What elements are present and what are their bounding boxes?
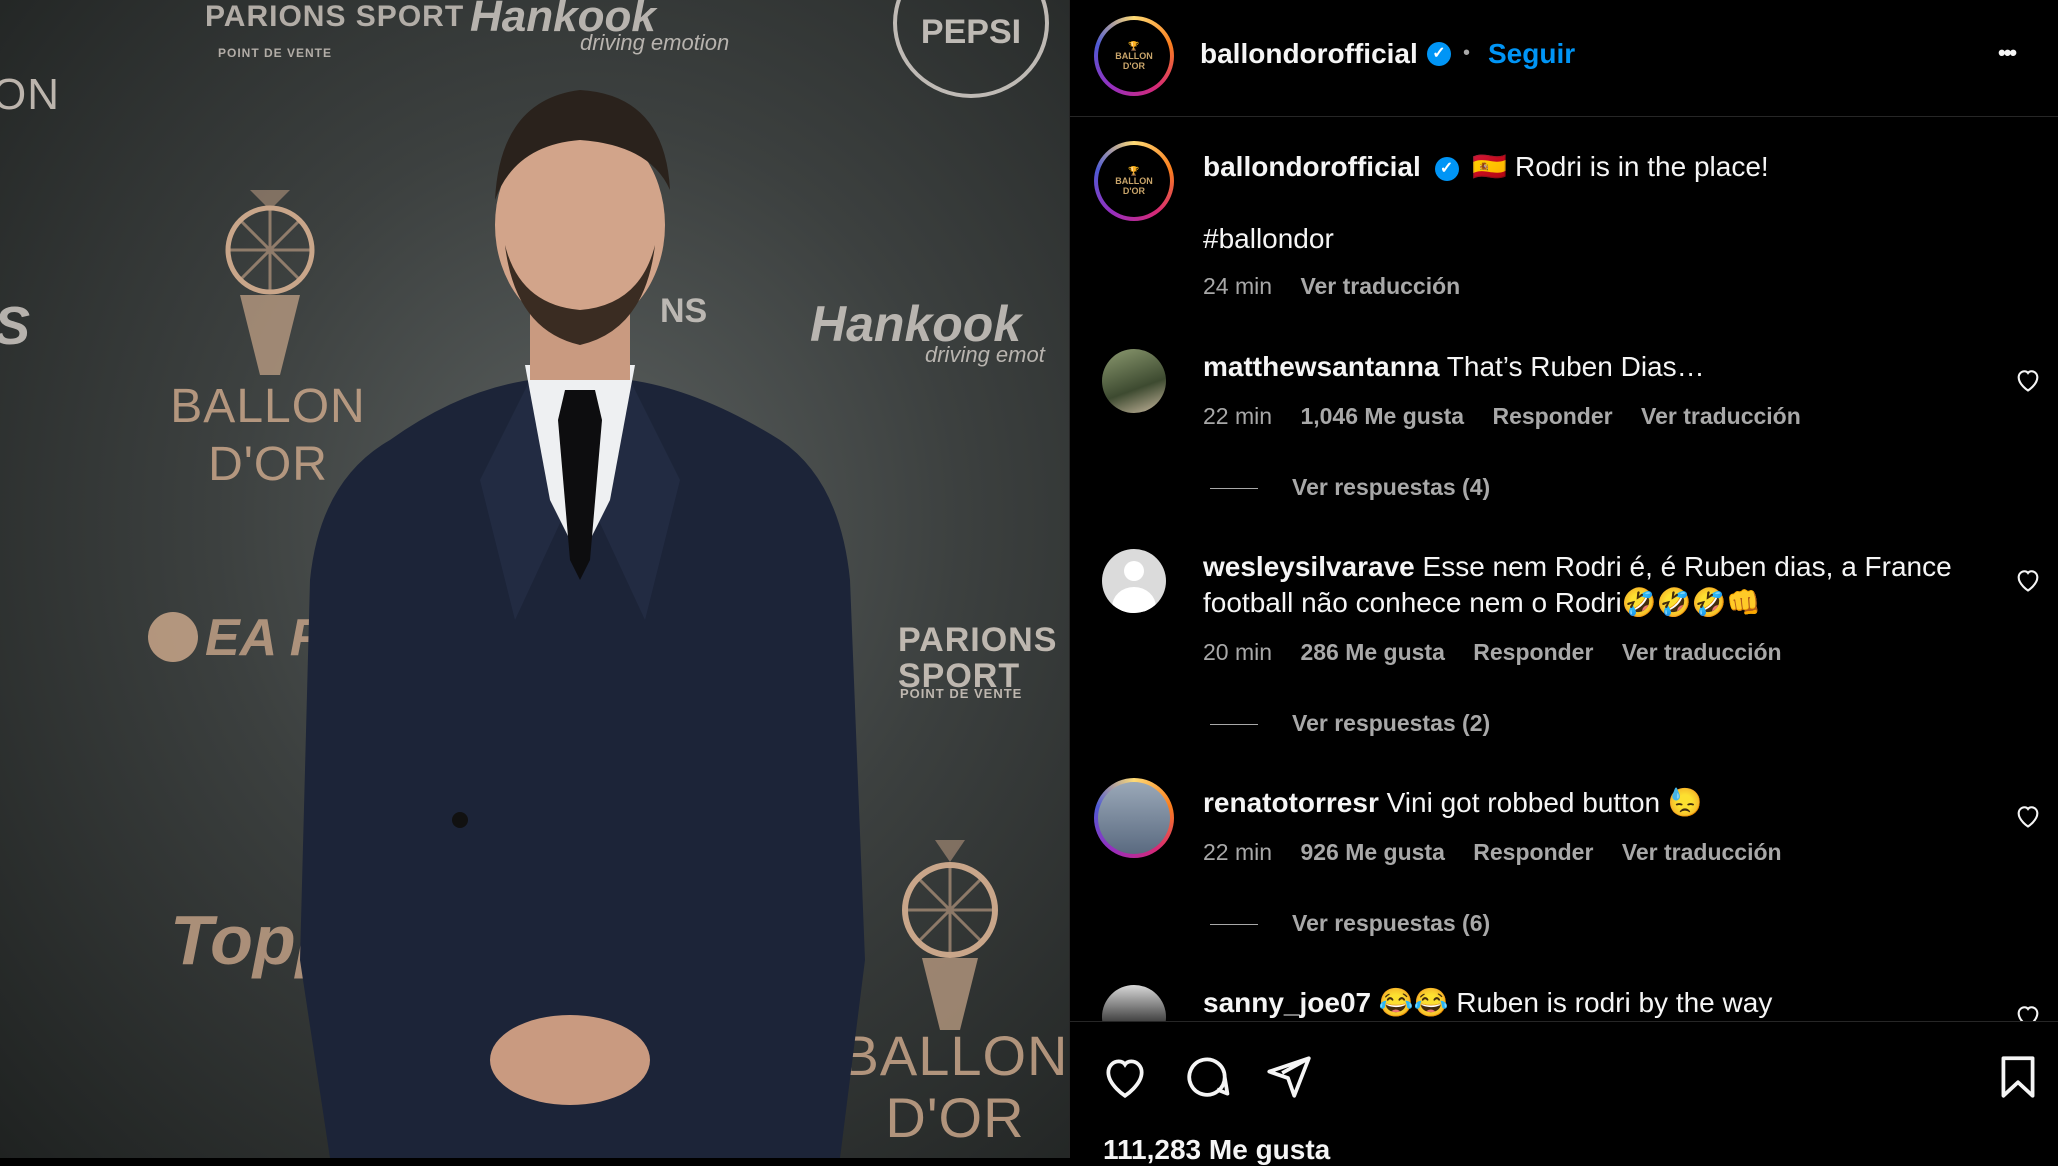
comment-username[interactable]: wesleysilvarave [1203, 551, 1415, 582]
caption-time[interactable]: 24 min [1203, 273, 1272, 299]
comment-likes[interactable]: 926 Me gusta [1300, 839, 1444, 865]
reply-button[interactable]: Responder [1492, 403, 1612, 429]
wall-point-de-vente-top: POINT DE VENTE [218, 46, 333, 60]
comment-username[interactable]: renatotorresr [1203, 787, 1379, 818]
post-actions-bar: 111,283 Me gusta [1070, 1021, 2058, 1165]
header-separator: • [1463, 42, 1471, 64]
wall-driving-emotion-right: driving emot [925, 342, 1045, 367]
wall-driving-emotion-top: driving emotion [580, 30, 730, 55]
comment-likes[interactable]: 1,046 Me gusta [1300, 403, 1464, 429]
heart-icon[interactable] [1100, 1052, 1150, 1102]
likes-count[interactable]: 111,283 Me gusta [1103, 1134, 1330, 1166]
view-replies-button[interactable]: Ver respuestas (4) [1292, 474, 1490, 500]
post-header: 🏆 BALLON D'OR ballondorofficial ✓ • Seguir… [1070, 0, 2058, 117]
send-icon[interactable] [1263, 1052, 1313, 1102]
replies-line [1210, 488, 1258, 490]
caption-text: Rodri is in the place! [1515, 151, 1769, 182]
header-username[interactable]: ballondorofficial [1200, 38, 1418, 70]
caption-username[interactable]: ballondorofficial [1203, 151, 1421, 182]
comment-text: 😂😂 Ruben is rodri by the way [1378, 987, 1773, 1018]
comment-time[interactable]: 22 min [1203, 839, 1272, 865]
comment-like-heart-icon[interactable] [2014, 566, 2042, 594]
wall-parions-sport-top: PARIONS SPORT [205, 0, 465, 33]
comments-list[interactable]: 🏆 BALLON D'OR ballondorofficial ✓ 🇪🇸 Rodri… [1070, 117, 2058, 1021]
spain-flag-emoji: 🇪🇸 [1472, 151, 1508, 182]
caption-translate-link[interactable]: Ver traducción [1300, 273, 1460, 299]
comment-like-heart-icon[interactable] [2014, 1002, 2042, 1021]
caption-hashtag[interactable]: #ballondor [1203, 221, 1334, 257]
comment-avatar[interactable] [1102, 349, 1166, 413]
replies-line [1210, 724, 1258, 726]
comment-text: Vini got robbed button 😓 [1386, 787, 1703, 818]
wall-ea-logo [148, 612, 198, 662]
caption-avatar[interactable]: 🏆 BALLON D'OR [1094, 141, 1174, 221]
comment-username[interactable]: sanny_joe07 [1203, 987, 1371, 1018]
more-options-icon[interactable]: ••• [1998, 40, 2017, 66]
comment-like-heart-icon[interactable] [2014, 802, 2042, 830]
view-replies-button[interactable]: Ver respuestas (2) [1292, 710, 1490, 736]
comment-time[interactable]: 22 min [1203, 403, 1272, 429]
wall-on-left: ON [0, 70, 60, 119]
translate-link[interactable]: Ver traducción [1641, 403, 1801, 429]
ballon-dor-logo-icon: 🏆 BALLON D'OR [1115, 166, 1153, 196]
translate-link[interactable]: Ver traducción [1622, 639, 1782, 665]
post-photo[interactable]: PARIONS SPORT POINT DE VENTE Hankook dri… [0, 0, 1069, 1158]
reply-button[interactable]: Responder [1473, 639, 1593, 665]
comment-username[interactable]: matthewsantanna [1203, 351, 1440, 382]
replies-line [1210, 924, 1258, 926]
header-avatar[interactable]: 🏆 BALLON D'OR [1094, 16, 1174, 96]
reply-button[interactable]: Responder [1473, 839, 1593, 865]
ballon-dor-logo-icon: 🏆 BALLON D'OR [1115, 41, 1153, 71]
person-in-suit [300, 90, 865, 1158]
comment-like-heart-icon[interactable] [2014, 366, 2042, 394]
wall-parions-sport-right: PARIONS SPORT [898, 621, 1058, 695]
wall-pepsi-logo: PEPSI [893, 0, 1049, 98]
comment-text: That’s Ruben Dias… [1446, 351, 1705, 382]
bookmark-icon[interactable] [1993, 1052, 2043, 1102]
comment-avatar[interactable] [1102, 985, 1166, 1021]
comment-avatar[interactable] [1094, 778, 1174, 858]
verified-badge-icon: ✓ [1427, 42, 1451, 66]
wall-s-left: S [0, 295, 30, 357]
follow-button[interactable]: Seguir [1488, 38, 1575, 70]
comment-likes[interactable]: 286 Me gusta [1300, 639, 1444, 665]
view-replies-button[interactable]: Ver respuestas (6) [1292, 910, 1490, 936]
comment-time[interactable]: 20 min [1203, 639, 1272, 665]
comment-icon[interactable] [1182, 1052, 1232, 1102]
default-avatar-icon [1124, 561, 1144, 581]
comment-avatar[interactable] [1102, 549, 1166, 613]
wall-point-de-vente-right: POINT DE VENTE [900, 686, 1023, 701]
verified-badge-icon: ✓ [1434, 156, 1459, 181]
post-detail-panel: 🏆 BALLON D'OR ballondorofficial ✓ • Seguir… [1069, 0, 2058, 1165]
ballon-dor-trophy-right [902, 840, 998, 1030]
wall-pepsi-label: PEPSI [920, 13, 1022, 51]
translate-link[interactable]: Ver traducción [1622, 839, 1782, 865]
